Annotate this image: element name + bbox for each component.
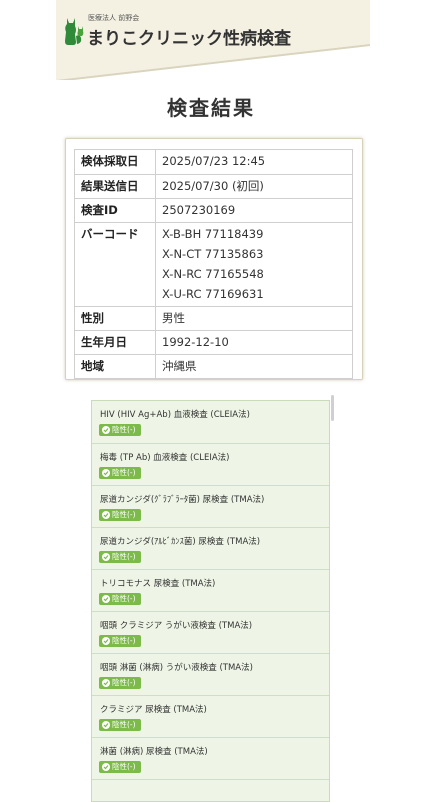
barcode-line: X-N-CT 77135863 — [162, 247, 264, 261]
check-circle-icon — [102, 721, 110, 729]
status-text: 陰性(-) — [112, 510, 136, 519]
negative-badge: 陰性(-) — [99, 677, 141, 689]
page-title: 検査結果 — [167, 96, 255, 120]
test-name: HIV (HIV Ag+Ab) 血液検査 (CLEIA法) — [100, 410, 250, 420]
result-item-chlamydia: クラミジア 尿検査 (TMA法) 陰性(-) — [92, 696, 329, 738]
check-circle-icon — [102, 763, 110, 771]
info-label: 地域 — [74, 354, 156, 379]
info-row-test-id: 検査ID 2507230169 — [74, 198, 353, 223]
info-card: 検体採取日 2025/07/23 12:45 結果送信日 2025/07/30 … — [65, 138, 363, 380]
check-circle-icon — [102, 595, 110, 603]
check-circle-icon — [102, 469, 110, 477]
info-value: 2025/07/23 12:45 — [155, 149, 353, 175]
result-item-candida-albicans: 尿道カンジダ(ｱﾙﾋﾞｶﾝｽ菌) 尿検査 (TMA法) 陰性(-) — [92, 528, 329, 570]
status-text: 陰性(-) — [112, 762, 136, 771]
negative-badge: 陰性(-) — [99, 719, 141, 731]
info-value: 1992-12-10 — [155, 330, 353, 355]
info-row-region: 地域 沖縄県 — [74, 354, 353, 379]
negative-badge: 陰性(-) — [99, 467, 141, 479]
result-item-hiv: HIV (HIV Ag+Ab) 血液検査 (CLEIA法) 陰性(-) — [92, 401, 329, 444]
barcode-line: X-B-BH 77118439 — [162, 227, 264, 241]
info-row-result-date: 結果送信日 2025/07/30 (初回) — [74, 174, 353, 199]
check-circle-icon — [102, 637, 110, 645]
info-value: 2507230169 — [155, 198, 353, 223]
test-name: 咽頭 淋菌 (淋病) うがい液検査 (TMA法) — [100, 663, 253, 673]
info-label: 性別 — [74, 306, 156, 331]
check-circle-icon — [102, 679, 110, 687]
barcode-line: X-U-RC 77169631 — [162, 287, 264, 301]
info-row-barcode: バーコード X-B-BH 77118439 X-N-CT 77135863 X-… — [74, 222, 353, 307]
info-label: バーコード — [74, 222, 156, 307]
info-label: 生年月日 — [74, 330, 156, 355]
test-name: 咽頭 クラミジア うがい液検査 (TMA法) — [100, 621, 253, 631]
info-value: 2025/07/30 (初回) — [155, 174, 353, 199]
info-value: 沖縄県 — [155, 354, 353, 379]
info-row-sex: 性別 男性 — [74, 306, 353, 331]
status-text: 陰性(-) — [112, 720, 136, 729]
status-text: 陰性(-) — [112, 468, 136, 477]
status-text: 陰性(-) — [112, 594, 136, 603]
info-label: 検体採取日 — [74, 149, 156, 175]
negative-badge: 陰性(-) — [99, 551, 141, 563]
negative-badge: 陰性(-) — [99, 761, 141, 773]
status-text: 陰性(-) — [112, 552, 136, 561]
info-label: 結果送信日 — [74, 174, 156, 199]
barcode-line: X-N-RC 77165548 — [162, 267, 264, 281]
test-name: トリコモナス 尿検査 (TMA法) — [100, 579, 216, 589]
info-label: 検査ID — [74, 198, 156, 223]
test-name: 尿道カンジダ(ｸﾞﾗﾌﾞﾗｰﾀ菌) 尿検査 (TMA法) — [100, 495, 265, 505]
result-item-throat-chlamydia: 咽頭 クラミジア うがい液検査 (TMA法) 陰性(-) — [92, 612, 329, 654]
result-item-trichomonas: トリコモナス 尿検査 (TMA法) 陰性(-) — [92, 570, 329, 612]
status-text: 陰性(-) — [112, 636, 136, 645]
check-circle-icon — [102, 426, 110, 434]
result-item-syphilis: 梅毒 (TP Ab) 血液検査 (CLEIA法) 陰性(-) — [92, 444, 329, 486]
info-row-collection-date: 検体採取日 2025/07/23 12:45 — [74, 149, 353, 175]
site-header: 医療法人 前野会 まりこクリニック性病検査 — [56, 0, 370, 80]
test-name: クラミジア 尿検査 (TMA法) — [100, 705, 207, 715]
check-circle-icon — [102, 553, 110, 561]
negative-badge: 陰性(-) — [99, 509, 141, 521]
negative-badge: 陰性(-) — [99, 635, 141, 647]
result-item-throat-gonorrhea: 咽頭 淋菌 (淋病) うがい液検査 (TMA法) 陰性(-) — [92, 654, 329, 696]
test-name: 梅毒 (TP Ab) 血液検査 (CLEIA法) — [100, 453, 230, 463]
info-row-birthdate: 生年月日 1992-12-10 — [74, 330, 353, 355]
info-table: 検体採取日 2025/07/23 12:45 結果送信日 2025/07/30 … — [74, 149, 353, 379]
negative-badge: 陰性(-) — [99, 424, 141, 436]
status-text: 陰性(-) — [112, 678, 136, 687]
result-item-gonorrhea: 淋菌 (淋病) 尿検査 (TMA法) 陰性(-) — [92, 738, 329, 780]
results-list[interactable]: HIV (HIV Ag+Ab) 血液検査 (CLEIA法) 陰性(-) 梅毒 (… — [91, 400, 330, 802]
status-text: 陰性(-) — [112, 425, 136, 434]
test-name: 淋菌 (淋病) 尿検査 (TMA法) — [100, 747, 208, 757]
test-name: 尿道カンジダ(ｱﾙﾋﾞｶﾝｽ菌) 尿検査 (TMA法) — [100, 537, 261, 547]
info-value: 男性 — [155, 306, 353, 331]
scrollbar[interactable] — [331, 395, 334, 421]
negative-badge: 陰性(-) — [99, 593, 141, 605]
org-name: 医療法人 前野会 — [88, 14, 140, 22]
info-value: X-B-BH 77118439 X-N-CT 77135863 X-N-RC 7… — [155, 222, 353, 307]
check-circle-icon — [102, 511, 110, 519]
result-item-candida-glabrata: 尿道カンジダ(ｸﾞﾗﾌﾞﾗｰﾀ菌) 尿検査 (TMA法) 陰性(-) — [92, 486, 329, 528]
clinic-name[interactable]: まりこクリニック性病検査 — [87, 24, 291, 49]
cat-silhouette-icon — [65, 18, 84, 45]
